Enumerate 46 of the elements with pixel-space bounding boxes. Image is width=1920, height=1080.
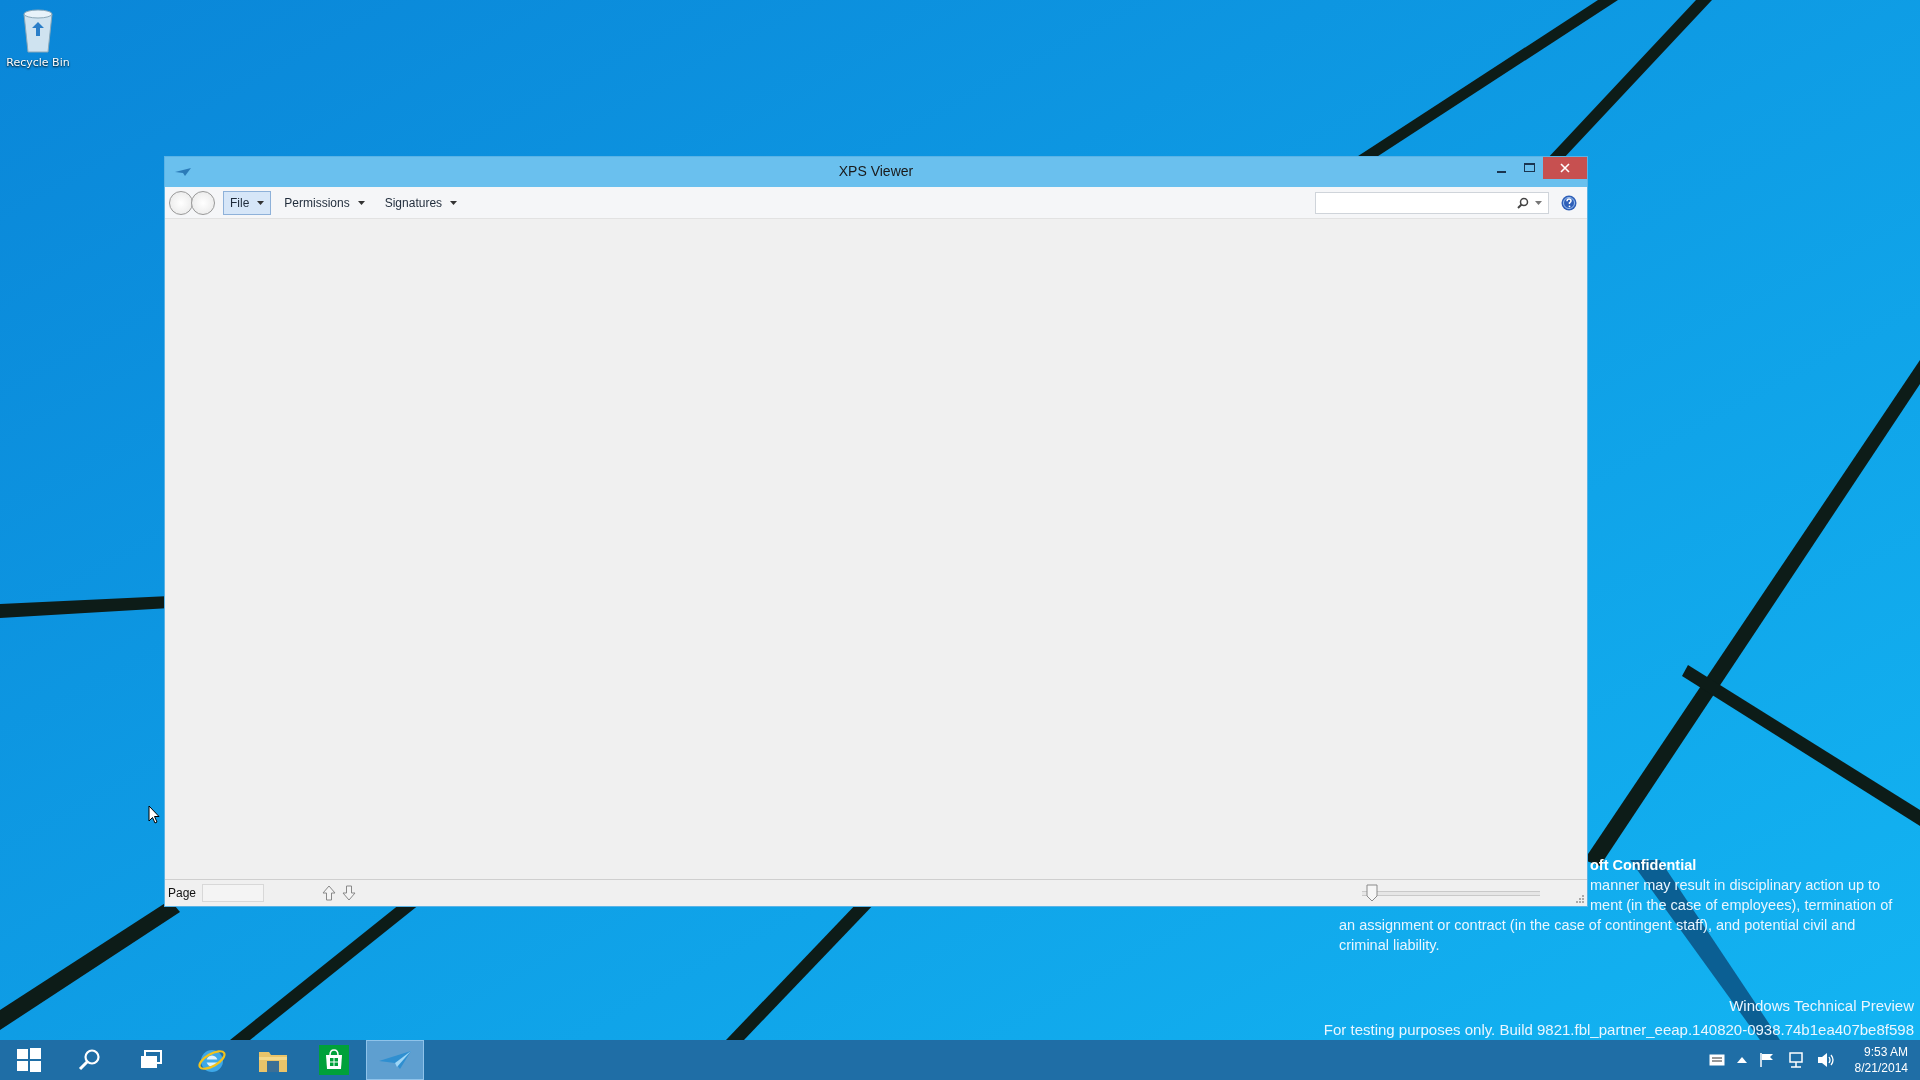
shopping-bag-icon: [319, 1045, 349, 1075]
back-button[interactable]: [169, 190, 193, 215]
resize-grip-icon[interactable]: [1576, 895, 1585, 904]
menu-button[interactable]: Signatures: [377, 190, 465, 215]
window-title: XPS Viewer: [838, 163, 914, 179]
help-icon[interactable]: [1561, 194, 1577, 211]
clock[interactable]: 9:53 AM 8/21/2014: [1854, 1044, 1908, 1076]
desktop-icon[interactable]: Recycle Bin: [4, 6, 72, 69]
caret-icon: [257, 200, 265, 205]
plane-icon: [175, 167, 191, 177]
flag-icon[interactable]: [1758, 1052, 1775, 1068]
notice-text: criminal liability.: [1339, 936, 1440, 955]
notice-text: manner may result in disciplinary action up to: [1590, 876, 1881, 895]
maximize-icon: [1523, 163, 1535, 173]
notice-text: oft Confidential: [1590, 856, 1697, 875]
up-arrow-icon[interactable]: [322, 885, 337, 901]
build-text: For testing purposes only. Build 9821.fbl_partner_eeap.140820-0938.74b1ea407be8f598: [1323, 1020, 1914, 1040]
icon-label: Recycle Bin: [6, 56, 70, 69]
build-text: Windows Technical Preview: [1728, 996, 1914, 1016]
page-label: Page: [168, 886, 197, 900]
clock-time: 9:53 AM: [1863, 1044, 1908, 1060]
windows-logo-icon: [16, 1047, 42, 1073]
cursor-icon: [148, 805, 160, 824]
slider-thumb[interactable]: [1365, 884, 1378, 902]
caret-icon: [357, 200, 365, 205]
menu-button[interactable]: Permissions: [277, 190, 372, 215]
page-input[interactable]: [202, 884, 265, 902]
menu-button[interactable]: File: [223, 190, 272, 215]
plane-icon: [378, 1049, 412, 1071]
notice-text: ment (in the case of employees), termination of: [1590, 896, 1893, 915]
windows-stack-icon: [139, 1050, 163, 1070]
search-field[interactable]: [1315, 191, 1549, 214]
caret-icon: [1535, 200, 1542, 205]
clock-date: 8/21/2014: [1854, 1060, 1908, 1076]
minimize-icon: [1496, 171, 1506, 173]
search-icon: [78, 1048, 102, 1072]
message-icon[interactable]: [1708, 1054, 1725, 1066]
close-icon: [1560, 163, 1570, 173]
network-icon[interactable]: [1786, 1052, 1805, 1068]
notice-text: an assignment or contract (in the case of contingent staff), and potential civil and: [1339, 916, 1856, 935]
caret-icon: [450, 200, 458, 205]
down-arrow-icon[interactable]: [342, 885, 357, 901]
forward-button[interactable]: [191, 190, 215, 215]
search-icon: [1517, 196, 1529, 209]
speaker-icon[interactable]: [1816, 1052, 1835, 1068]
chevron-up-icon[interactable]: [1736, 1057, 1747, 1063]
